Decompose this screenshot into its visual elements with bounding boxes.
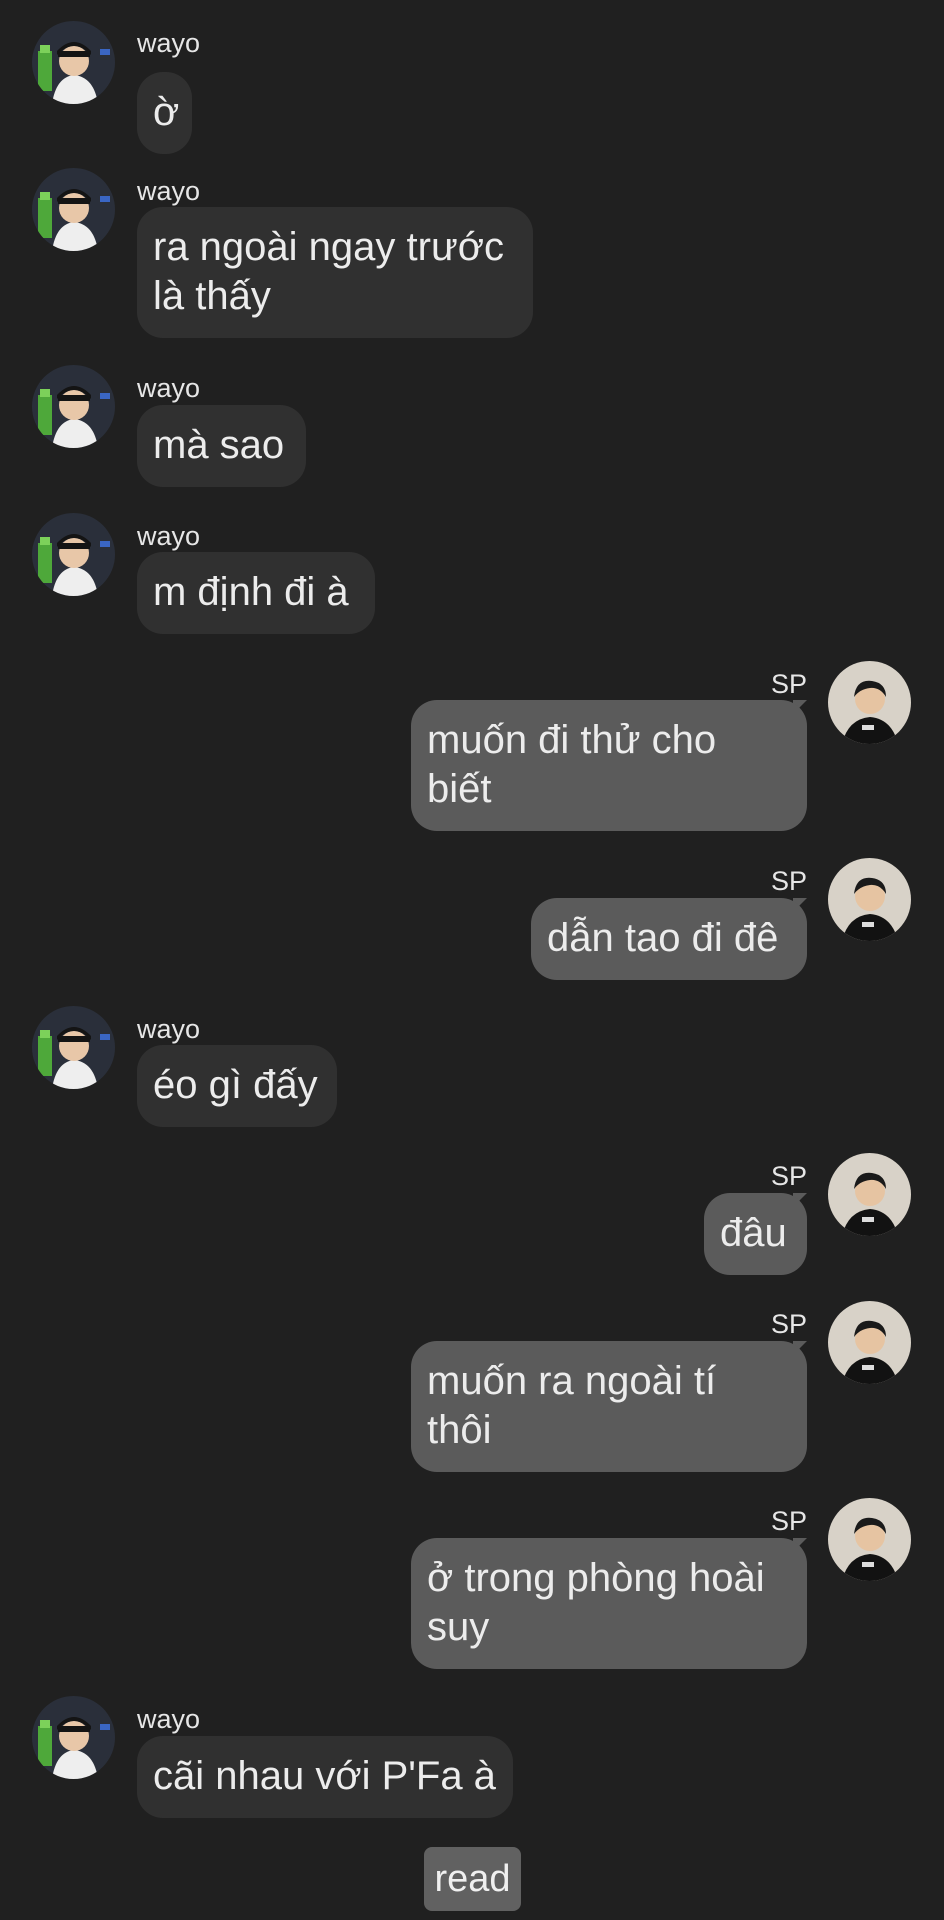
avatar-wayo-icon[interactable] <box>32 168 115 251</box>
message-bubble[interactable]: ờ <box>137 72 192 154</box>
sender-name: SP <box>771 669 808 699</box>
message-bubble[interactable]: cãi nhau với P'Fa à <box>137 1736 513 1818</box>
avatar-wayo-icon[interactable] <box>32 1696 115 1779</box>
avatar-sp-icon[interactable] <box>828 661 911 744</box>
message-bubble[interactable]: đâu <box>704 1193 807 1275</box>
avatar-sp-icon[interactable] <box>828 858 911 941</box>
message-bubble[interactable]: muốn ra ngoài tí thôi <box>411 1341 807 1472</box>
message-bubble[interactable]: dẫn tao đi đê <box>531 898 807 980</box>
avatar-wayo-icon[interactable] <box>32 1006 115 1089</box>
sender-name: wayo <box>137 373 201 403</box>
sender-name: wayo <box>137 176 201 206</box>
message-bubble[interactable]: m định đi à <box>137 552 375 634</box>
avatar-wayo-icon[interactable] <box>32 365 115 448</box>
message-bubble[interactable]: ở trong phòng hoài suy <box>411 1538 807 1669</box>
sender-name: wayo <box>137 28 201 58</box>
avatar-sp-icon[interactable] <box>828 1301 911 1384</box>
avatar-wayo-icon[interactable] <box>32 21 115 104</box>
message-bubble[interactable]: mà sao <box>137 405 306 487</box>
message-bubble[interactable]: éo gì đấy <box>137 1045 337 1127</box>
avatar-sp-icon[interactable] <box>828 1498 911 1581</box>
message-bubble[interactable]: muốn đi thử cho biết <box>411 700 807 831</box>
sender-name: wayo <box>137 1704 201 1734</box>
sender-name: SP <box>771 1161 808 1191</box>
sender-name: SP <box>771 1309 808 1339</box>
read-receipt-badge: read <box>424 1847 521 1911</box>
sender-name: wayo <box>137 1014 201 1044</box>
sender-name: wayo <box>137 521 201 551</box>
message-bubble[interactable]: ra ngoài ngay trước là thấy <box>137 207 533 338</box>
sender-name: SP <box>771 866 808 896</box>
avatar-sp-icon[interactable] <box>828 1153 911 1236</box>
sender-name: SP <box>771 1506 808 1536</box>
avatar-wayo-icon[interactable] <box>32 513 115 596</box>
